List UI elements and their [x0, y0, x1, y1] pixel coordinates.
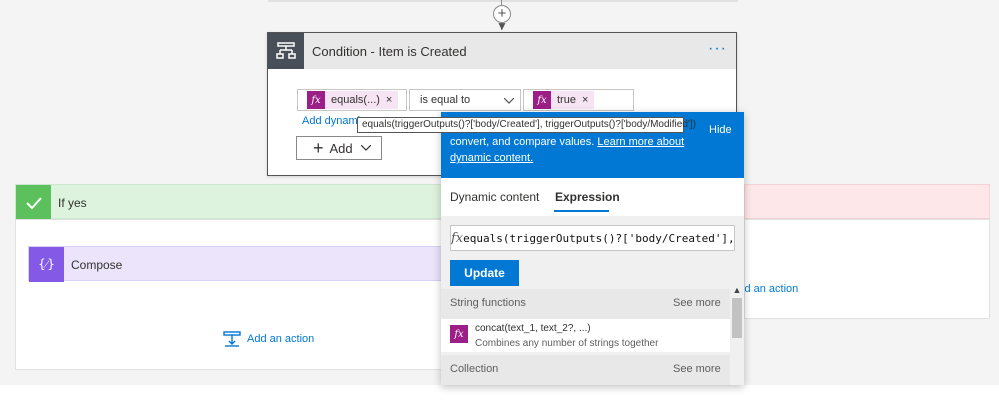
section-string-functions: String functions See more — [441, 289, 730, 319]
compose-action-card[interactable]: {⁄} Compose — [28, 246, 442, 282]
panel-tabs: Dynamic content Expression — [441, 178, 744, 216]
expression-value: equals(triggerOutputs()?['body/Created']… — [463, 231, 735, 245]
condition-right-operand[interactable]: fx true × — [523, 89, 634, 111]
fx-icon: fx — [451, 230, 464, 246]
expression-panel: convert, and compare values. Learn more … — [441, 112, 744, 385]
section-collection: Collection See more — [441, 355, 730, 385]
if-no-body — [744, 219, 990, 319]
expression-token[interactable]: fx equals(...) × — [307, 91, 399, 109]
tab-expression[interactable]: Expression — [555, 190, 620, 204]
add-action-icon — [223, 331, 241, 347]
if-yes-label: If yes — [58, 196, 87, 210]
active-tab-indicator — [554, 210, 609, 212]
condition-title: Condition - Item is Created — [312, 44, 467, 59]
token-label: equals(...) — [331, 94, 380, 106]
compose-label: Compose — [71, 258, 123, 272]
add-action-label: Add an action — [247, 333, 315, 345]
more-options-icon[interactable]: ··· — [708, 40, 727, 58]
condition-left-operand[interactable]: fx equals(...) × — [297, 89, 407, 111]
compose-icon: {⁄} — [29, 247, 64, 282]
intro-text: convert, and compare values. — [450, 136, 595, 148]
add-row-button[interactable]: + Add — [296, 136, 382, 160]
connector-arrow-icon: ▼ — [496, 19, 508, 33]
previous-card-edge — [268, 0, 738, 2]
if-yes-header[interactable]: If yes — [15, 184, 445, 220]
expression-input[interactable]: fx equals(triggerOutputs()?['body/Create… — [450, 225, 735, 251]
token-label: true — [557, 94, 576, 106]
chevron-down-icon — [360, 145, 371, 151]
remove-token-icon[interactable]: × — [582, 94, 594, 106]
scroll-up-icon[interactable]: ▲ — [730, 284, 744, 296]
section-label: String functions — [450, 297, 526, 309]
expression-tooltip: equals(triggerOutputs()?['body/Created']… — [357, 117, 696, 133]
operator-select[interactable]: is equal to — [409, 89, 521, 111]
if-yes-body — [15, 219, 445, 370]
hide-button[interactable]: Hide — [709, 124, 732, 136]
scroll-thumb[interactable] — [732, 298, 742, 338]
section-label: Collection — [450, 363, 499, 375]
expression-token-true[interactable]: fx true × — [533, 91, 595, 109]
tab-dynamic-content[interactable]: Dynamic content — [450, 190, 539, 204]
if-no-header[interactable] — [744, 184, 990, 219]
chevron-down-icon — [504, 98, 514, 104]
add-button-label: Add — [329, 140, 353, 156]
fx-icon: fx — [533, 91, 551, 109]
condition-header[interactable]: Condition - Item is Created ··· — [268, 33, 736, 69]
function-description: Combines any number of strings together — [475, 338, 659, 349]
check-icon — [16, 185, 51, 220]
see-more-link[interactable]: See more — [673, 297, 721, 309]
function-name: concat(text_1, text_2?, ...) — [475, 323, 591, 334]
remove-token-icon[interactable]: × — [386, 94, 398, 106]
canvas-footer — [0, 385, 999, 420]
function-item[interactable]: fx concat(text_1, text_2?, ...) Combines… — [441, 319, 730, 352]
add-an-action-button[interactable]: Add an action — [223, 331, 314, 347]
fx-icon: fx — [450, 325, 468, 343]
panel-intro: convert, and compare values. Learn more … — [450, 134, 690, 166]
update-button[interactable]: Update — [450, 260, 519, 286]
plus-icon: + — [313, 138, 324, 158]
fx-icon: fx — [307, 91, 325, 109]
condition-icon — [268, 33, 304, 69]
see-more-link[interactable]: See more — [673, 363, 721, 375]
operator-value: is equal to — [420, 94, 471, 106]
